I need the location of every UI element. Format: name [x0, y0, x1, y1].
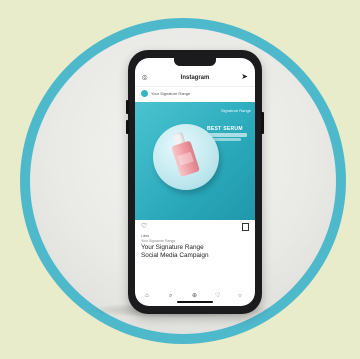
- avatar[interactable]: [141, 90, 148, 97]
- heart-icon[interactable]: ♡: [141, 222, 147, 232]
- app-brand: Instagram: [180, 75, 210, 81]
- add-icon[interactable]: ⊕: [192, 292, 197, 300]
- app-header: ⌾ Instagram ➤: [135, 70, 255, 87]
- home-icon[interactable]: ⌂: [145, 292, 149, 300]
- scene: ⌾ Instagram ➤ Your Signature Range Signa…: [0, 0, 360, 359]
- post-subtext-line: [207, 133, 247, 137]
- bookmark-icon[interactable]: [242, 223, 249, 231]
- profile-name[interactable]: Your Signature Range: [151, 90, 190, 98]
- volume-up-button: [126, 100, 129, 114]
- post-logo-text: Signature Range: [221, 108, 252, 113]
- send-icon[interactable]: ➤: [241, 72, 248, 82]
- search-icon[interactable]: ⌕: [169, 292, 172, 300]
- activity-icon[interactable]: ♡: [215, 292, 220, 300]
- power-button: [261, 112, 264, 134]
- post-profile-row[interactable]: Your Signature Range: [135, 88, 255, 100]
- post-image[interactable]: Signature Range BEST SERUM: [135, 102, 255, 220]
- caption-line: Social Media Campaign: [141, 252, 209, 259]
- volume-down-button: [126, 120, 129, 134]
- phone-screen: ⌾ Instagram ➤ Your Signature Range Signa…: [135, 58, 255, 306]
- home-indicator: [177, 301, 213, 303]
- post-headline: BEST SERUM: [207, 126, 243, 132]
- smartphone: ⌾ Instagram ➤ Your Signature Range Signa…: [126, 50, 264, 314]
- caption-line: Your Signature Range: [141, 244, 204, 251]
- profile-icon[interactable]: ○: [238, 292, 242, 300]
- post-caption: Your Signature Range Social Media Campai…: [141, 244, 253, 260]
- notch: [174, 58, 216, 66]
- post-actions: ♡: [135, 222, 255, 232]
